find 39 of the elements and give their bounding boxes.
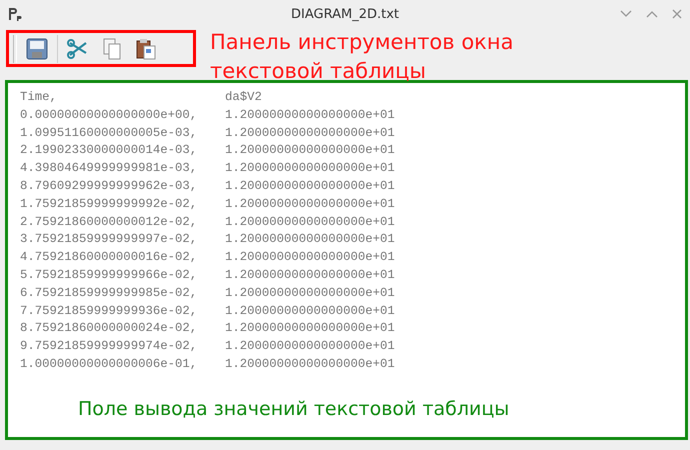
table-cell-text: 1.20000000000000000e+01	[225, 214, 395, 231]
table-cell-text: 1.00000000000000006e-01,	[20, 356, 198, 373]
table-cell-text: 1.20000000000000000e+01	[225, 196, 395, 213]
table-cell-text: 6.75921859999999985e-02,	[20, 284, 198, 302]
column-header: da$V2	[225, 89, 263, 106]
table-cell-text: 1.20000000000000000e+01	[225, 142, 395, 160]
table-cell-text: 2.19902330000000014e-03,	[20, 142, 198, 160]
maximize-icon[interactable]	[646, 10, 658, 18]
table-cell-text: 1.20000000000000000e+01	[225, 302, 395, 320]
table-cell-text: 1.20000000000000000e+01	[225, 266, 395, 284]
table-cell-text: 3.75921859999999997e-02,	[20, 231, 198, 248]
window-title: DIAGRAM_2D.txt	[290, 6, 400, 22]
table-cell-text: 1.20000000000000000e+01	[225, 320, 395, 338]
table-cell-text: 1.20000000000000000e+01	[225, 124, 395, 142]
table-cell-text: 1.20000000000000000e+01	[225, 178, 395, 195]
table-cell-text: 1.20000000000000000e+01	[225, 284, 395, 302]
table-cell-text: 1.20000000000000000e+01	[225, 356, 395, 373]
table-cell-text: 2.75921860000000012e-02,	[20, 214, 198, 231]
table-cell-text: 1.20000000000000000e+01	[225, 338, 395, 356]
table-cell-text: 4.39804649999999981e-03,	[20, 160, 198, 178]
column-header: Time,	[20, 89, 58, 106]
table-cell-text: 9.75921859999999974e-02,	[20, 338, 198, 356]
annotation-text: Панель инструментов окна текстовой таблицы	[210, 29, 514, 85]
table-cell-text: 1.09951160000000005e-03,	[20, 124, 198, 142]
table-cell-text: 8.75921860000000024e-02,	[20, 320, 198, 338]
table-cell-text: 1.20000000000000000e+01	[225, 106, 395, 124]
table-cell-text: 1.20000000000000000e+01	[225, 231, 395, 248]
table-cell-text: 4.75921860000000016e-02,	[20, 249, 198, 266]
table-cell-text: 7.75921859999999936e-02,	[20, 302, 198, 320]
close-icon[interactable]	[672, 9, 682, 19]
table-cell-text: 1.20000000000000000e+01	[225, 249, 395, 266]
table-cell-text: 8.79609299999999962e-03,	[20, 178, 198, 195]
annotation-text: Поле вывода значений текстовой таблицы	[78, 398, 510, 420]
table-cell-text: 0.00000000000000000e+00,	[20, 106, 198, 124]
table-cell-text: 1.20000000000000000e+01	[225, 160, 395, 178]
table-cell-text: 5.75921859999999966e-02,	[20, 266, 198, 284]
app-logo-icon	[8, 7, 22, 21]
minimize-icon[interactable]	[620, 10, 632, 18]
table-cell-text: 1.75921859999999992e-02,	[20, 196, 198, 213]
